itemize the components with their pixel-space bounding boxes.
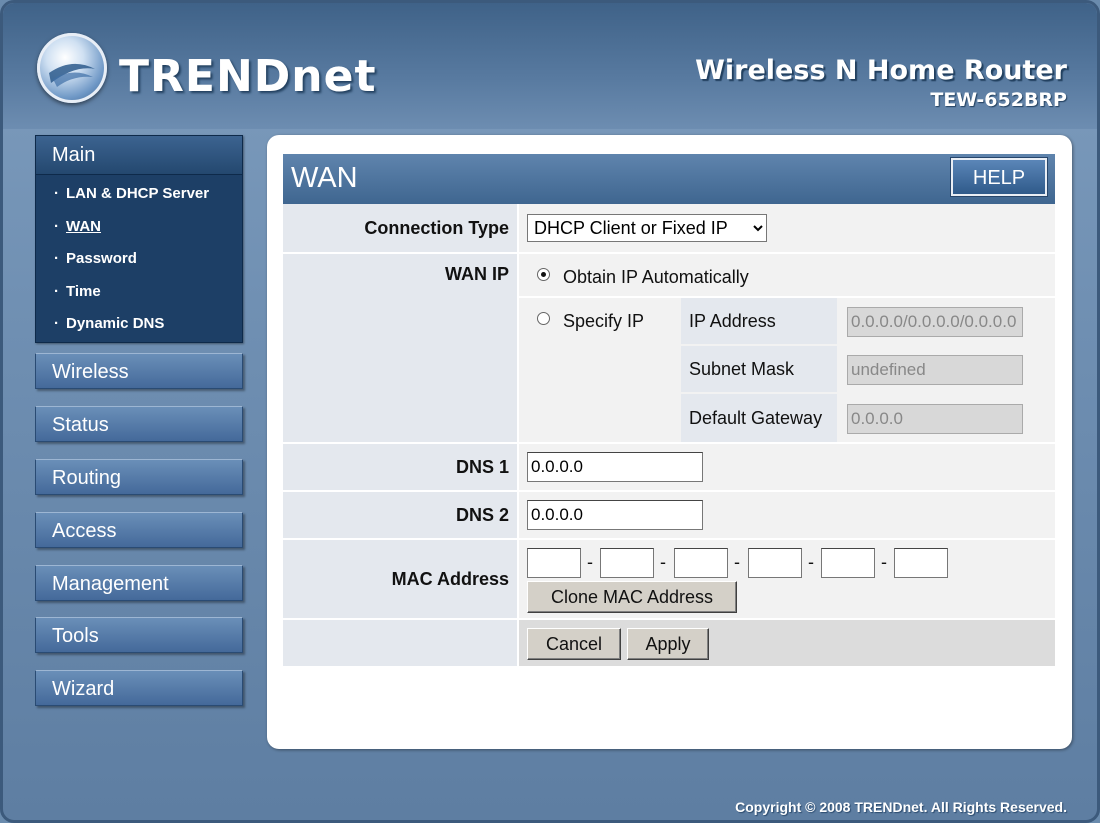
mac-address-row: MAC Address - - - - - Clone MAC Address bbox=[283, 540, 1055, 618]
bullet-icon: · bbox=[54, 250, 59, 267]
nav-access-button[interactable]: Access bbox=[35, 512, 243, 548]
ip-address-input[interactable] bbox=[847, 307, 1023, 337]
help-button[interactable]: HELP bbox=[950, 157, 1048, 197]
sidebar-item-wan[interactable]: · WAN bbox=[36, 214, 242, 247]
action-row: Cancel Apply bbox=[283, 620, 1055, 666]
bullet-icon: · bbox=[54, 217, 59, 235]
subnet-mask-label-cell: Subnet Mask bbox=[681, 346, 837, 392]
obtain-ip-label: Obtain IP Automatically bbox=[563, 267, 749, 287]
mac-separator: - bbox=[881, 552, 887, 572]
sidebar-item-label: Dynamic DNS bbox=[66, 315, 165, 332]
sidebar-item-label: Time bbox=[66, 282, 101, 300]
specify-ip-label: Specify IP bbox=[563, 311, 645, 331]
bullet-icon: · bbox=[54, 282, 59, 300]
default-gateway-label: Default Gateway bbox=[689, 408, 823, 428]
nav-status-button[interactable]: Status bbox=[35, 406, 243, 442]
nav-main-submenu: · LAN & DHCP Server · WAN · Password · Time … bbox=[36, 181, 242, 344]
dns2-row: DNS 2 bbox=[283, 492, 1055, 538]
obtain-ip-radio[interactable] bbox=[537, 268, 550, 281]
default-gateway-label-cell: Default Gateway bbox=[681, 394, 837, 442]
bullet-icon: · bbox=[54, 315, 59, 332]
wan-ip-label: WAN IP bbox=[283, 254, 517, 442]
ip-address-label-cell: IP Address bbox=[681, 298, 837, 344]
page-title: WAN bbox=[291, 162, 358, 194]
connection-type-label: Connection Type bbox=[283, 204, 517, 252]
mac-octet-5-input[interactable] bbox=[821, 548, 875, 578]
subnet-mask-label: Subnet Mask bbox=[689, 359, 795, 379]
clone-mac-button[interactable]: Clone MAC Address bbox=[527, 581, 737, 613]
product-model: TEW-652BRP bbox=[930, 89, 1067, 111]
mac-separator: - bbox=[587, 552, 593, 572]
header: TRENDnet Wireless N Home Router TEW-652B… bbox=[3, 3, 1097, 129]
nav-management-button[interactable]: Management bbox=[35, 565, 243, 601]
mac-octet-6-input[interactable] bbox=[894, 548, 948, 578]
mac-separator: - bbox=[734, 552, 740, 572]
mac-octet-2-input[interactable] bbox=[600, 548, 654, 578]
sidebar-item-label: LAN & DHCP Server bbox=[66, 185, 210, 202]
product-name: Wireless N Home Router bbox=[695, 55, 1067, 86]
subnet-mask-input[interactable] bbox=[847, 355, 1023, 385]
sidebar-item-label: Password bbox=[66, 250, 137, 267]
content-panel: WAN HELP Connection Type DHCP Client or … bbox=[267, 135, 1072, 749]
apply-button[interactable]: Apply bbox=[627, 628, 709, 660]
dns1-label: DNS 1 bbox=[283, 444, 517, 490]
sidebar-item-time[interactable]: · Time bbox=[36, 279, 242, 312]
nav-routing-button[interactable]: Routing bbox=[35, 459, 243, 495]
dns2-label: DNS 2 bbox=[283, 492, 517, 538]
dns1-input[interactable] bbox=[527, 452, 703, 482]
mac-address-label: MAC Address bbox=[283, 540, 517, 618]
wan-ip-row: WAN IP Obtain IP Automatically Specify I… bbox=[283, 254, 1055, 442]
bullet-icon: · bbox=[54, 185, 59, 202]
default-gateway-input[interactable] bbox=[847, 404, 1023, 434]
nav-main-section: Main · LAN & DHCP Server · WAN · Password ·… bbox=[35, 135, 243, 343]
connection-type-row: Connection Type DHCP Client or Fixed IP bbox=[283, 204, 1055, 252]
mac-octet-1-input[interactable] bbox=[527, 548, 581, 578]
sidebar-item-dynamic-dns[interactable]: · Dynamic DNS bbox=[36, 311, 242, 344]
panel-title-bar: WAN HELP bbox=[283, 154, 1055, 204]
connection-type-select[interactable]: DHCP Client or Fixed IP bbox=[527, 214, 767, 242]
wan-ip-cell: Obtain IP Automatically Specify IP IP Ad… bbox=[519, 254, 1055, 442]
sidebar-item-password[interactable]: · Password bbox=[36, 246, 242, 279]
mac-octet-3-input[interactable] bbox=[674, 548, 728, 578]
dns1-row: DNS 1 bbox=[283, 444, 1055, 490]
sidebar-item-lan-dhcp[interactable]: · LAN & DHCP Server bbox=[36, 181, 242, 214]
brand-logo-text: TRENDnet bbox=[119, 51, 377, 102]
dns2-input[interactable] bbox=[527, 500, 703, 530]
dns2-cell bbox=[519, 492, 1055, 538]
mac-octet-4-input[interactable] bbox=[748, 548, 802, 578]
nav-wizard-button[interactable]: Wizard bbox=[35, 670, 243, 706]
mac-separator: - bbox=[808, 552, 814, 572]
cancel-button[interactable]: Cancel bbox=[527, 628, 621, 660]
nav-wireless-button[interactable]: Wireless bbox=[35, 353, 243, 389]
specify-ip-radio[interactable] bbox=[537, 312, 550, 325]
dns1-cell bbox=[519, 444, 1055, 490]
trendnet-globe-icon bbox=[37, 33, 107, 103]
ip-address-label: IP Address bbox=[689, 311, 776, 331]
sidebar-nav: Main · LAN & DHCP Server · WAN · Password ·… bbox=[35, 135, 243, 706]
nav-main-title[interactable]: Main bbox=[36, 136, 242, 175]
copyright-footer: Copyright © 2008 TRENDnet. All Rights Re… bbox=[735, 799, 1067, 815]
sidebar-item-label: WAN bbox=[66, 217, 101, 235]
action-row-spacer bbox=[283, 620, 517, 666]
connection-type-cell: DHCP Client or Fixed IP bbox=[519, 204, 1055, 252]
nav-tools-button[interactable]: Tools bbox=[35, 617, 243, 653]
router-admin-window: TRENDnet Wireless N Home Router TEW-652B… bbox=[0, 0, 1100, 823]
action-cell: Cancel Apply bbox=[519, 620, 1055, 666]
mac-separator: - bbox=[660, 552, 666, 572]
mac-address-cell: - - - - - Clone MAC Address bbox=[519, 540, 1055, 618]
